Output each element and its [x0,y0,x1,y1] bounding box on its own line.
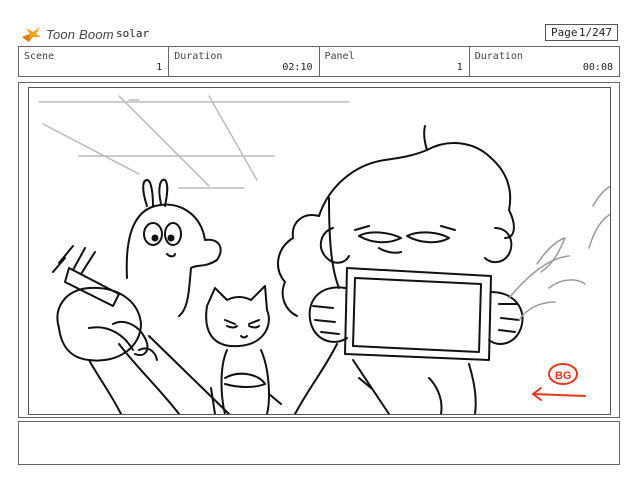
panel-drawing: BG [38,95,610,414]
scene-duration-label: Duration [174,51,223,62]
scene-duration-cell: Duration 02:10 [169,47,320,76]
cat-character [205,285,282,414]
page-label: Page [551,26,578,39]
page-indicator: Page 1/247 [545,24,618,41]
scene-duration-value: 02:10 [282,62,313,73]
main-character [277,125,524,414]
storyboard-panel[interactable]: BG [28,87,611,415]
scene-info-row: Scene 1 Duration 02:10 Panel 1 Duration … [18,46,620,77]
project-name: solar [116,27,150,40]
panel-duration-label: Duration [474,51,523,62]
panel-notes-area[interactable] [18,421,620,465]
panel-value: 1 [456,62,463,73]
page-value: 1/247 [578,26,612,39]
background-plant [508,185,610,321]
bunny-character [52,178,230,414]
scene-value: 1 [156,62,163,73]
panel-label: Panel [324,51,355,62]
panel-duration-cell: Duration 00:08 [470,47,619,76]
panel-cell: Panel 1 [320,47,470,76]
scene-label: Scene [24,51,55,62]
brand-name: Toon Boom [46,26,114,42]
bg-annotation-text: BG [555,370,572,382]
background-lines [38,95,350,189]
panel-duration-value: 00:08 [582,62,613,73]
scene-cell: Scene 1 [19,47,170,76]
toon-boom-logo: Toon Boom [20,24,114,44]
bg-annotation: BG [532,363,586,401]
toon-boom-star-icon [22,27,41,42]
